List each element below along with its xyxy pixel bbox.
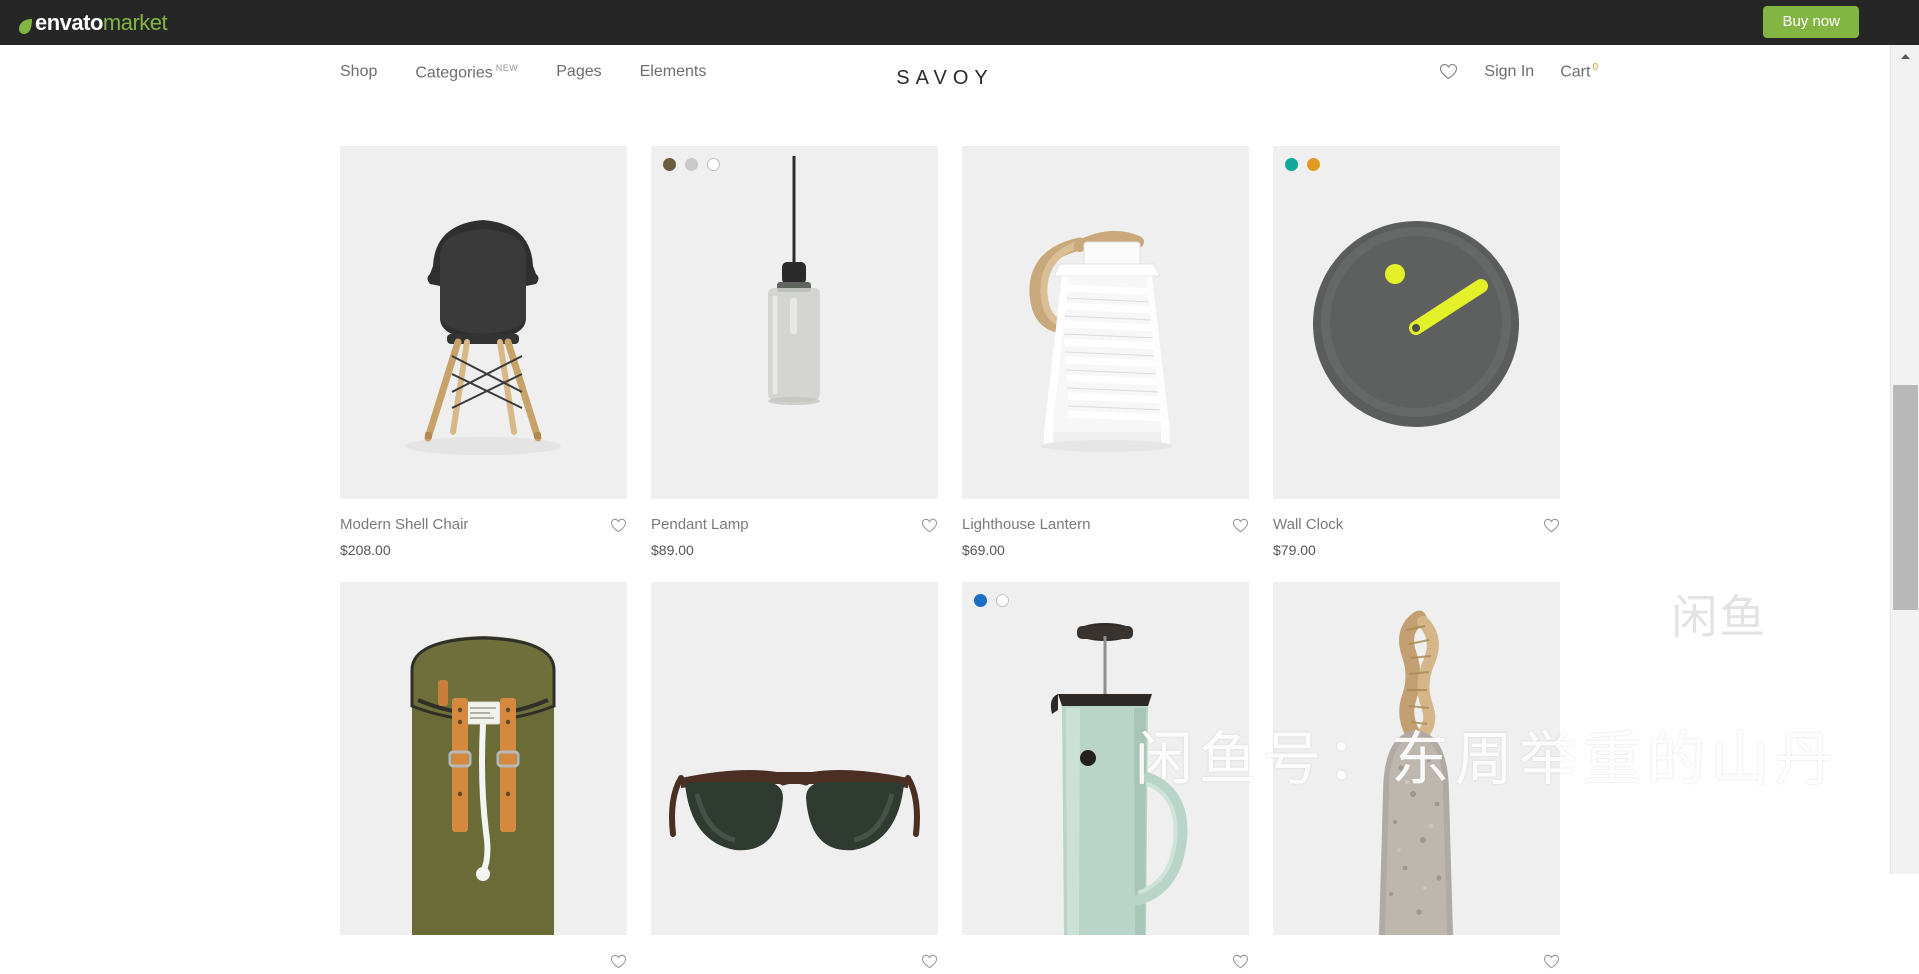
- product-wishlist-heart-icon[interactable]: [610, 952, 627, 974]
- product-image-stone-doorstop[interactable]: [1273, 582, 1560, 935]
- buy-now-button[interactable]: Buy now: [1763, 6, 1859, 38]
- page-scrollbar[interactable]: [1890, 45, 1919, 874]
- product-info: [340, 935, 627, 974]
- envato-market-logo[interactable]: envato market: [18, 9, 168, 36]
- color-swatch-white[interactable]: [707, 158, 720, 171]
- site-header: Shop Categories NEW Pages Elements SAVOY …: [0, 45, 1890, 107]
- brand-logo[interactable]: SAVOY: [896, 67, 993, 90]
- product-title[interactable]: Modern Shell Chair: [340, 516, 468, 533]
- nav-item-pages-label: Pages: [556, 63, 602, 80]
- product-info: Lighthouse Lantern $69.00: [962, 499, 1249, 558]
- product-price: $79.00: [1273, 542, 1316, 558]
- product-image-sunglasses[interactable]: [651, 582, 938, 935]
- color-swatch-white[interactable]: [996, 594, 1009, 607]
- product-card[interactable]: Lighthouse Lantern $69.00: [962, 146, 1249, 558]
- product-price: $69.00: [962, 542, 1005, 558]
- nav-item-elements-label: Elements: [639, 63, 707, 80]
- nav-item-elements[interactable]: Elements: [640, 63, 707, 81]
- cart-count-badge: 0: [1592, 62, 1598, 73]
- product-image-wall-clock[interactable]: [1273, 146, 1560, 499]
- envato-wordmark: envato: [35, 9, 103, 35]
- color-swatch-gray[interactable]: [685, 158, 698, 171]
- product-image-shell-chair[interactable]: [340, 146, 627, 499]
- product-price: $208.00: [340, 542, 391, 558]
- color-swatches: [1285, 158, 1320, 171]
- cart-label: Cart: [1560, 63, 1591, 81]
- product-price: $89.00: [651, 542, 694, 558]
- product-card[interactable]: Wall Clock $79.00: [1273, 146, 1560, 558]
- product-info: Modern Shell Chair $208.00: [340, 499, 627, 558]
- product-title[interactable]: Lighthouse Lantern: [962, 516, 1090, 533]
- cart-link[interactable]: Cart 0: [1560, 62, 1598, 81]
- product-title[interactable]: Wall Clock: [1273, 516, 1343, 533]
- main-navigation: Shop Categories NEW Pages Elements: [340, 63, 706, 82]
- product-info: Wall Clock $79.00: [1273, 499, 1560, 558]
- color-swatch-teal[interactable]: [1285, 158, 1298, 171]
- product-card[interactable]: [651, 582, 938, 974]
- product-wishlist-heart-icon[interactable]: [921, 516, 938, 538]
- header-actions: Sign In Cart 0: [1439, 62, 1598, 81]
- nav-item-categories-label: Categories: [415, 64, 493, 82]
- color-swatches: [663, 158, 720, 171]
- product-grid: Modern Shell Chair $208.00 Pendant Lamp …: [340, 146, 1562, 974]
- product-info: Pendant Lamp $89.00: [651, 499, 938, 558]
- scrollbar-thumb[interactable]: [1893, 385, 1918, 610]
- product-card[interactable]: Modern Shell Chair $208.00: [340, 146, 627, 558]
- color-swatch-blue[interactable]: [974, 594, 987, 607]
- product-card[interactable]: [340, 582, 627, 974]
- product-image-pendant-lamp[interactable]: [651, 146, 938, 499]
- product-info: [962, 935, 1249, 974]
- product-wishlist-heart-icon[interactable]: [921, 952, 938, 974]
- product-title[interactable]: Pendant Lamp: [651, 516, 749, 533]
- nav-item-pages[interactable]: Pages: [556, 63, 601, 81]
- sign-in-link[interactable]: Sign In: [1484, 63, 1534, 81]
- scroll-up-chevron-up-icon[interactable]: [1891, 47, 1919, 65]
- product-image-backpack[interactable]: [340, 582, 627, 935]
- product-wishlist-heart-icon[interactable]: [1543, 516, 1560, 538]
- product-wishlist-heart-icon[interactable]: [1232, 952, 1249, 974]
- market-wordmark: market: [102, 9, 168, 35]
- nav-item-shop[interactable]: Shop: [340, 63, 377, 81]
- product-card[interactable]: Pendant Lamp $89.00: [651, 146, 938, 558]
- product-card[interactable]: [1273, 582, 1560, 974]
- nav-item-categories[interactable]: Categories NEW: [415, 63, 518, 82]
- product-wishlist-heart-icon[interactable]: [610, 516, 627, 538]
- product-card[interactable]: [962, 582, 1249, 974]
- color-swatch-orange[interactable]: [1307, 158, 1320, 171]
- color-swatch-brown[interactable]: [663, 158, 676, 171]
- nav-item-shop-label: Shop: [340, 63, 378, 80]
- nav-badge-new: NEW: [495, 63, 519, 73]
- product-wishlist-heart-icon[interactable]: [1543, 952, 1560, 974]
- leaf-icon: [18, 15, 33, 34]
- xianyu-app-logo-watermark: 闲鱼: [1640, 576, 1799, 652]
- envato-market-bar: envato market Buy now: [0, 0, 1919, 45]
- product-image-lighthouse-lantern[interactable]: [962, 146, 1249, 499]
- product-info: [1273, 935, 1560, 974]
- wishlist-heart-icon[interactable]: [1439, 63, 1458, 80]
- product-info: [651, 935, 938, 974]
- product-image-press-coffee-maker[interactable]: [962, 582, 1249, 935]
- product-wishlist-heart-icon[interactable]: [1232, 516, 1249, 538]
- color-swatches: [974, 594, 1009, 607]
